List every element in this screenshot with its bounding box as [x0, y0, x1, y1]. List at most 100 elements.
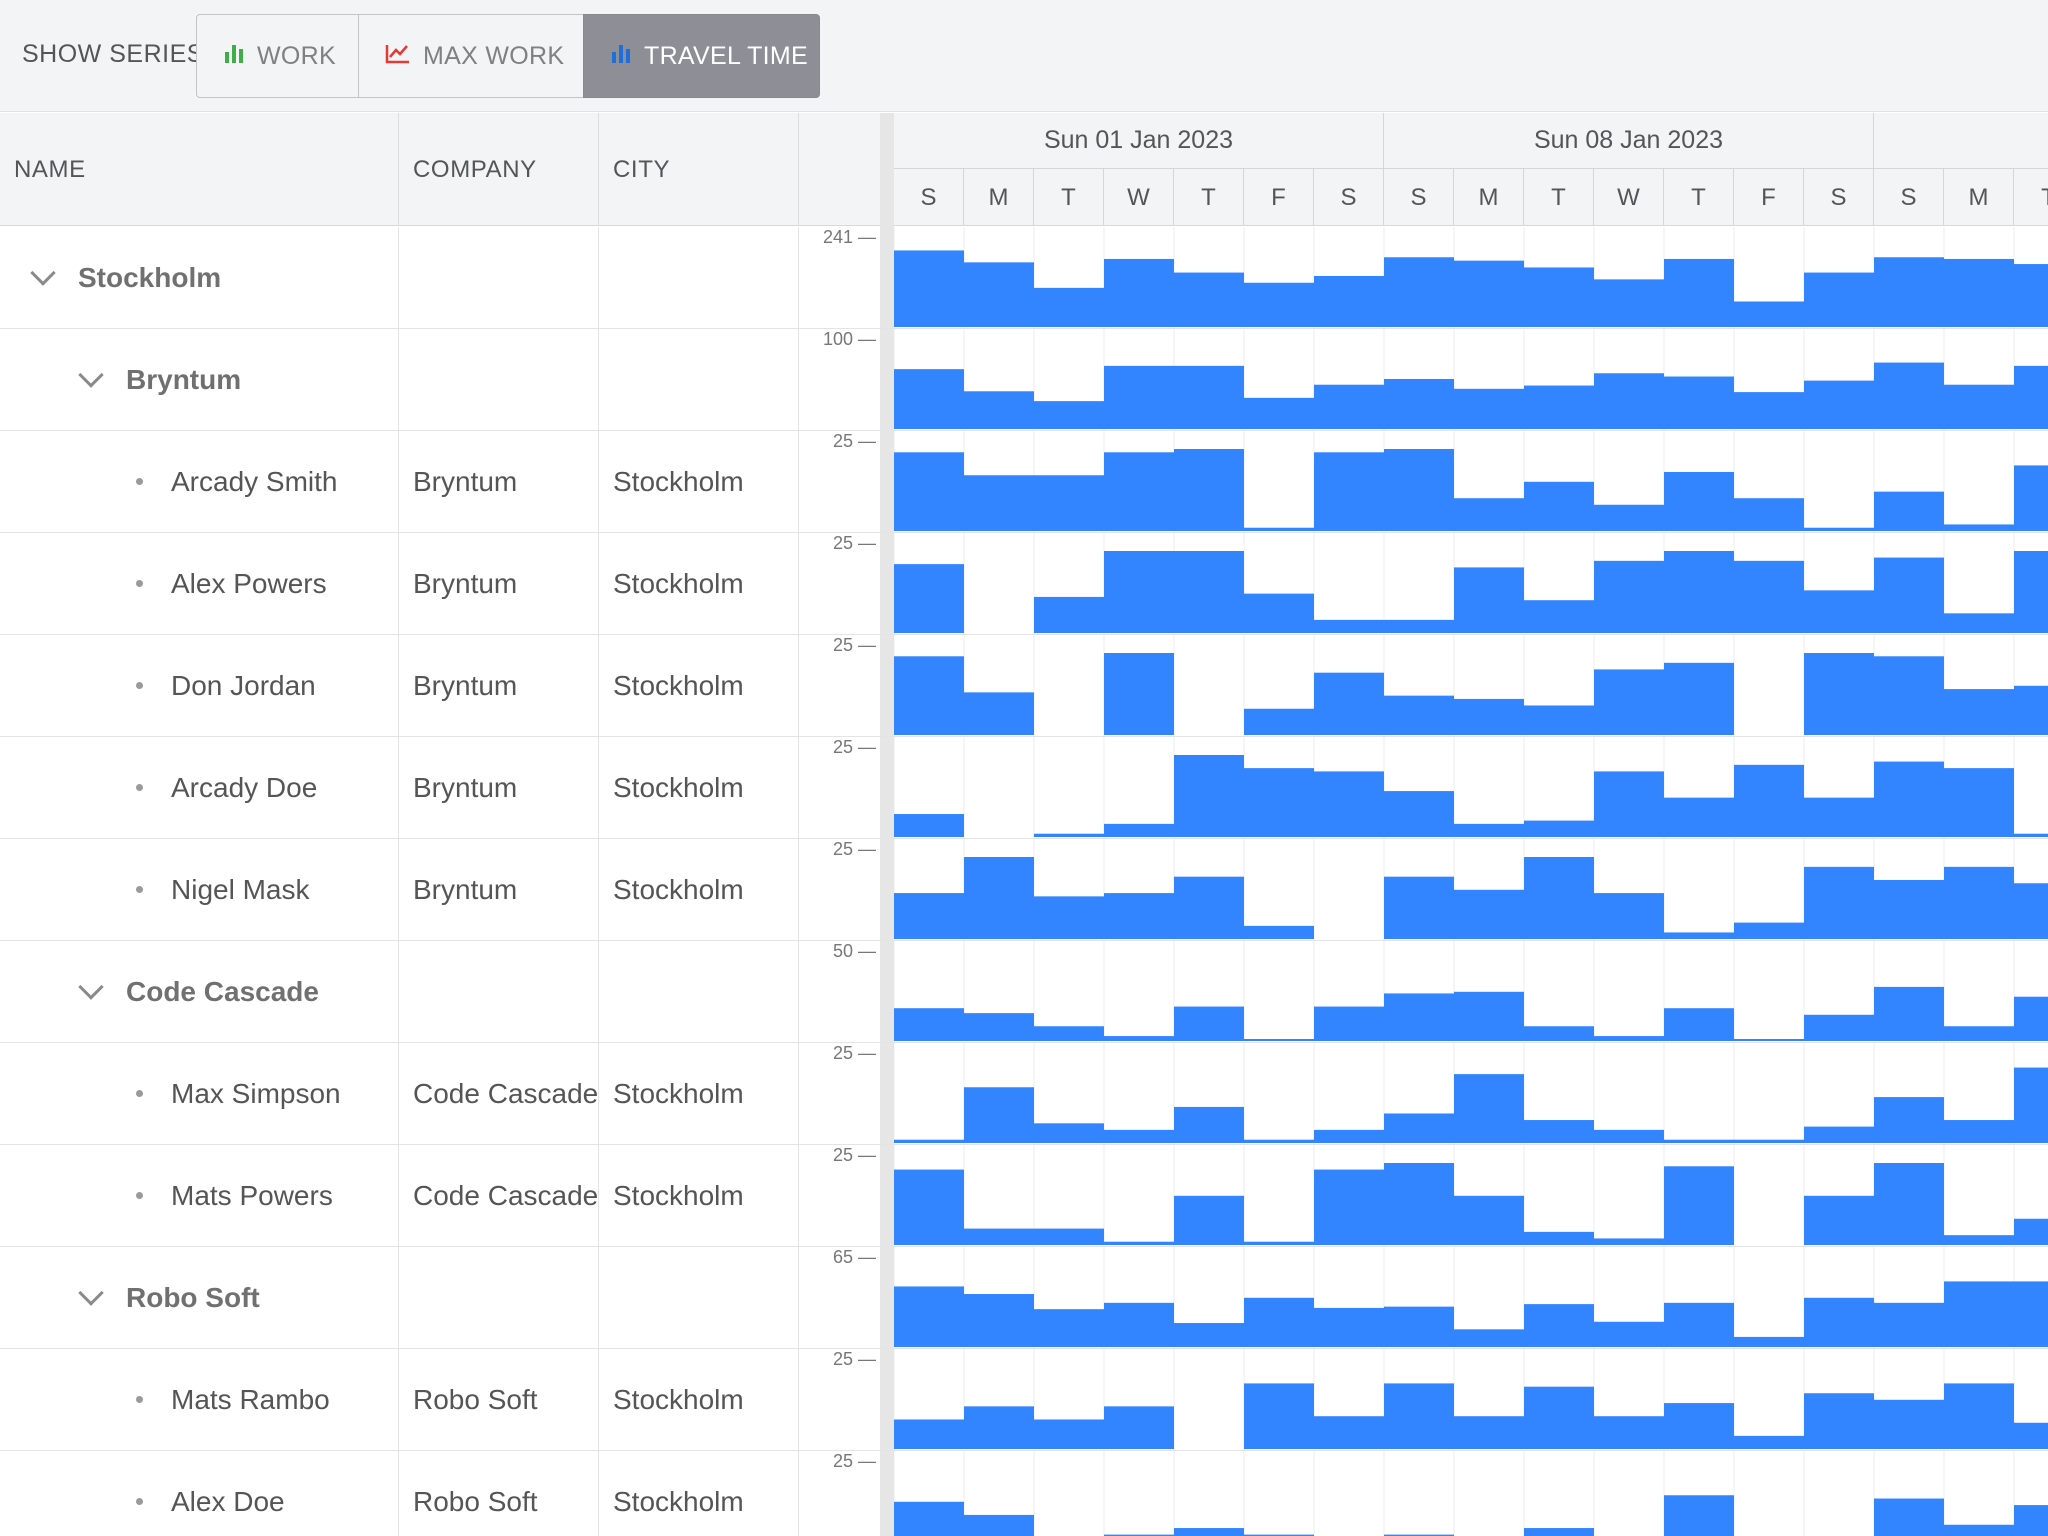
histogram-bar[interactable] — [1174, 1323, 1244, 1347]
resource-row[interactable]: Don Jordan Bryntum Stockholm 25 — — [0, 635, 2048, 737]
histogram-bar[interactable] — [1734, 498, 1804, 531]
histogram-bar[interactable] — [1104, 823, 1174, 837]
histogram-bar[interactable] — [1454, 388, 1524, 429]
histogram-bar[interactable] — [1314, 672, 1384, 735]
histogram-bar[interactable] — [1034, 1228, 1104, 1245]
group-row[interactable]: Robo Soft 65 — — [0, 1247, 2048, 1349]
histogram-bar[interactable] — [1664, 258, 1734, 327]
histogram-bar[interactable] — [1804, 1195, 1874, 1245]
histogram-bar[interactable] — [1594, 1129, 1664, 1143]
histogram-bar[interactable] — [2014, 365, 2048, 429]
max-work-series-button[interactable]: MAX WORK — [358, 14, 584, 98]
histogram-bar[interactable] — [1314, 1307, 1384, 1347]
histogram-bar[interactable] — [1524, 481, 1594, 531]
histogram-bar[interactable] — [1944, 1524, 2014, 1536]
histogram-bar[interactable] — [1594, 1321, 1664, 1347]
resource-row[interactable]: Max Simpson Code Cascade Stockholm 25 — — [0, 1043, 2048, 1145]
histogram-bar[interactable] — [1874, 986, 1944, 1041]
histogram-bar[interactable] — [1034, 401, 1104, 429]
histogram-bar[interactable] — [964, 475, 1034, 531]
histogram-bar[interactable] — [894, 814, 964, 837]
histogram-bar[interactable] — [1034, 896, 1104, 939]
histogram-bar[interactable] — [1314, 275, 1384, 327]
histogram-bar[interactable] — [1524, 857, 1594, 939]
resource-row[interactable]: Nigel Mask Bryntum Stockholm 25 — — [0, 839, 2048, 941]
histogram-bar[interactable] — [1664, 797, 1734, 837]
histogram-bar[interactable] — [1594, 893, 1664, 939]
histogram-bar[interactable] — [894, 656, 964, 735]
histogram-bar[interactable] — [1104, 1241, 1174, 1245]
histogram-bar[interactable] — [1384, 1306, 1454, 1347]
histogram-bar[interactable] — [894, 1286, 964, 1347]
histogram-bar[interactable] — [1454, 498, 1524, 531]
histogram-bar[interactable] — [1874, 1399, 1944, 1449]
histogram-bar[interactable] — [1104, 893, 1174, 939]
histogram-bar[interactable] — [1454, 567, 1524, 633]
histogram-bar[interactable] — [1524, 1386, 1594, 1449]
histogram-bar[interactable] — [1524, 267, 1594, 327]
histogram-bar[interactable] — [894, 893, 964, 939]
histogram-bar[interactable] — [1944, 689, 2014, 735]
histogram-bar[interactable] — [894, 1169, 964, 1245]
histogram-bar[interactable] — [1384, 876, 1454, 939]
histogram-bar[interactable] — [1384, 1383, 1454, 1449]
histogram-bar[interactable] — [894, 452, 964, 531]
histogram-bar[interactable] — [1104, 1129, 1174, 1143]
histogram-bar[interactable] — [1034, 1123, 1104, 1143]
histogram-bar[interactable] — [1944, 1026, 2014, 1041]
histogram-bar[interactable] — [2014, 1422, 2048, 1449]
histogram-bar[interactable] — [1944, 768, 2014, 837]
histogram-bar[interactable] — [2014, 551, 2048, 633]
histogram-bar[interactable] — [1594, 1238, 1664, 1245]
histogram-bar[interactable] — [1244, 768, 1314, 837]
histogram-bar[interactable] — [2014, 1067, 2048, 1143]
histogram-bar[interactable] — [1944, 866, 2014, 939]
histogram-bar[interactable] — [1244, 397, 1314, 429]
histogram-bar[interactable] — [1734, 560, 1804, 633]
resource-row[interactable]: Mats Powers Code Cascade Stockholm 25 — — [0, 1145, 2048, 1247]
histogram-bar[interactable] — [1104, 653, 1174, 735]
histogram-bar[interactable] — [1384, 257, 1454, 327]
histogram-bar[interactable] — [1874, 362, 1944, 429]
chevron-down-icon[interactable] — [78, 361, 104, 388]
histogram-bar[interactable] — [1874, 557, 1944, 633]
histogram-bar[interactable] — [2014, 996, 2048, 1041]
histogram-bar[interactable] — [1944, 1120, 2014, 1143]
histogram-bar[interactable] — [1174, 365, 1244, 429]
histogram-bar[interactable] — [964, 857, 1034, 939]
histogram-bar[interactable] — [1804, 590, 1874, 633]
histogram-bar[interactable] — [1034, 1026, 1104, 1041]
histogram-bar[interactable] — [1804, 1393, 1874, 1449]
histogram-bar[interactable] — [1314, 384, 1384, 429]
histogram-bar[interactable] — [1594, 373, 1664, 429]
histogram-bar[interactable] — [2014, 833, 2048, 837]
histogram-bar[interactable] — [1734, 1336, 1804, 1347]
histogram-bar[interactable] — [1244, 1039, 1314, 1041]
column-header-name[interactable]: NAME — [0, 113, 399, 226]
histogram-bar[interactable] — [1734, 301, 1804, 327]
histogram-bar[interactable] — [2014, 883, 2048, 939]
histogram-bar[interactable] — [1944, 1383, 2014, 1449]
histogram-bar[interactable] — [1944, 1235, 2014, 1245]
histogram-bar[interactable] — [1244, 1297, 1314, 1347]
histogram-bar[interactable] — [1874, 656, 1944, 735]
histogram-bar[interactable] — [1594, 1416, 1664, 1449]
histogram-bar[interactable] — [1244, 527, 1314, 531]
histogram-bar[interactable] — [1314, 771, 1384, 837]
histogram-bar[interactable] — [1314, 619, 1384, 633]
histogram-bar[interactable] — [1314, 1129, 1384, 1143]
histogram-bar[interactable] — [1384, 1163, 1454, 1245]
histogram-bar[interactable] — [1874, 1498, 1944, 1536]
group-row[interactable]: Bryntum 100 — — [0, 329, 2048, 431]
histogram-bar[interactable] — [964, 1228, 1034, 1245]
column-header-city[interactable]: CITY — [599, 113, 799, 226]
histogram-bar[interactable] — [1524, 820, 1594, 837]
histogram-bar[interactable] — [964, 391, 1034, 429]
histogram-bar[interactable] — [1454, 1195, 1524, 1245]
histogram-bar[interactable] — [1524, 1120, 1594, 1143]
histogram-bar[interactable] — [1244, 593, 1314, 633]
histogram-bar[interactable] — [1664, 932, 1734, 939]
histogram-bar[interactable] — [2014, 1218, 2048, 1245]
histogram-bar[interactable] — [2014, 685, 2048, 735]
histogram-bar[interactable] — [894, 369, 964, 429]
